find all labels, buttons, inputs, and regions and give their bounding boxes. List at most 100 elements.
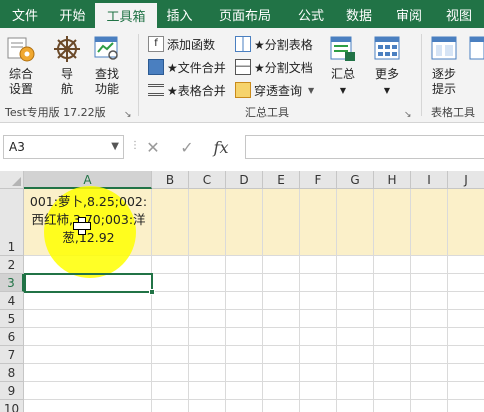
file-merge-button[interactable]: ★文件合并 [148,57,226,77]
cell-i2[interactable] [411,256,448,274]
cell-c5[interactable] [189,310,226,328]
cell-c3[interactable] [189,274,226,292]
cell-c1[interactable] [189,189,226,256]
column-header-f[interactable]: F [300,171,337,189]
cell-i3[interactable] [411,274,448,292]
row-header-1[interactable]: 1 [0,189,24,256]
group2-launcher[interactable]: ↘ [404,110,412,120]
column-header-c[interactable]: C [189,171,226,189]
cell-f6[interactable] [300,328,337,346]
cell-j10[interactable] [448,400,484,412]
cell-f3[interactable] [300,274,337,292]
step-hint-button[interactable]: 逐步 提示 [429,34,459,97]
cell-e10[interactable] [263,400,300,412]
cell-f7[interactable] [300,346,337,364]
cell-d6[interactable] [226,328,263,346]
cell-d8[interactable] [226,364,263,382]
tab-6[interactable]: 数据 [334,0,384,28]
tab-7[interactable]: 审阅 [384,0,434,28]
row-header-5[interactable]: 5 [0,310,24,328]
cell-e2[interactable] [263,256,300,274]
cell-b3[interactable] [152,274,189,292]
cell-j4[interactable] [448,292,484,310]
cell-e6[interactable] [263,328,300,346]
select-all-button[interactable] [0,171,24,189]
cell-g9[interactable] [337,382,374,400]
row-header-4[interactable]: 4 [0,292,24,310]
cell-b6[interactable] [152,328,189,346]
cell-e1[interactable] [263,189,300,256]
enter-icon[interactable]: ✓ [170,138,204,157]
cell-h8[interactable] [374,364,411,382]
cell-g5[interactable] [337,310,374,328]
cell-f5[interactable] [300,310,337,328]
tab-4[interactable]: 页面布局 [202,0,288,28]
cell-i7[interactable] [411,346,448,364]
cell-e4[interactable] [263,292,300,310]
formula-input[interactable] [245,135,484,159]
cell-j1[interactable] [448,189,484,256]
table-merge-button[interactable]: ★表格合并 [148,80,226,100]
drill-query-button[interactable]: 穿透查询 ▼ [235,80,314,100]
cell-h1[interactable] [374,189,411,256]
cell-b5[interactable] [152,310,189,328]
cell-i5[interactable] [411,310,448,328]
more-button[interactable]: 更多 ▼ [372,34,402,98]
cell-d10[interactable] [226,400,263,412]
cell-e7[interactable] [263,346,300,364]
cell-h3[interactable] [374,274,411,292]
cell-f10[interactable] [300,400,337,412]
column-header-d[interactable]: D [226,171,263,189]
insert-function-icon[interactable]: fx [204,138,238,157]
cell-g3[interactable] [337,274,374,292]
group1-launcher[interactable]: ↘ [124,110,132,120]
cell-c10[interactable] [189,400,226,412]
cell-f2[interactable] [300,256,337,274]
cell-e5[interactable] [263,310,300,328]
cell-g7[interactable] [337,346,374,364]
cell-f9[interactable] [300,382,337,400]
cell-g2[interactable] [337,256,374,274]
cell-a7[interactable] [24,346,152,364]
cell-g4[interactable] [337,292,374,310]
tab-8[interactable]: 视图 [434,0,484,28]
cell-h7[interactable] [374,346,411,364]
cell-h4[interactable] [374,292,411,310]
cell-i9[interactable] [411,382,448,400]
cell-f4[interactable] [300,292,337,310]
cell-b4[interactable] [152,292,189,310]
cell-h10[interactable] [374,400,411,412]
cell-b1[interactable] [152,189,189,256]
cell-c6[interactable] [189,328,226,346]
cell-a9[interactable] [24,382,152,400]
cell-h2[interactable] [374,256,411,274]
cell-b7[interactable] [152,346,189,364]
split-table-button[interactable]: ★分割表格 [235,34,313,54]
cell-c7[interactable] [189,346,226,364]
tab-3[interactable]: 插入 [157,0,202,28]
table-tool-button[interactable] [469,34,484,64]
cell-a6[interactable] [24,328,152,346]
column-header-i[interactable]: I [411,171,448,189]
active-cell-selection[interactable] [24,273,155,295]
cell-h9[interactable] [374,382,411,400]
tab-5[interactable]: 公式 [288,0,334,28]
cell-j7[interactable] [448,346,484,364]
column-header-e[interactable]: E [263,171,300,189]
cancel-icon[interactable]: ✕ [136,138,170,157]
worksheet-grid[interactable]: 001:萝卜,8.25;002:西红柿,3.70;003:洋葱,12.92 AB… [0,171,484,412]
row-header-9[interactable]: 9 [0,382,24,400]
row-header-10[interactable]: 10 [0,400,24,412]
column-header-h[interactable]: H [374,171,411,189]
cell-e3[interactable] [263,274,300,292]
cell-f1[interactable] [300,189,337,256]
name-box[interactable]: A3 ▼ [3,135,124,159]
cell-e8[interactable] [263,364,300,382]
cell-b2[interactable] [152,256,189,274]
tab-1[interactable]: 开始 [50,0,95,28]
cell-j8[interactable] [448,364,484,382]
row-header-2[interactable]: 2 [0,256,24,274]
fill-handle[interactable] [149,289,155,295]
cell-g8[interactable] [337,364,374,382]
tab-0[interactable]: 文件 [0,0,50,28]
